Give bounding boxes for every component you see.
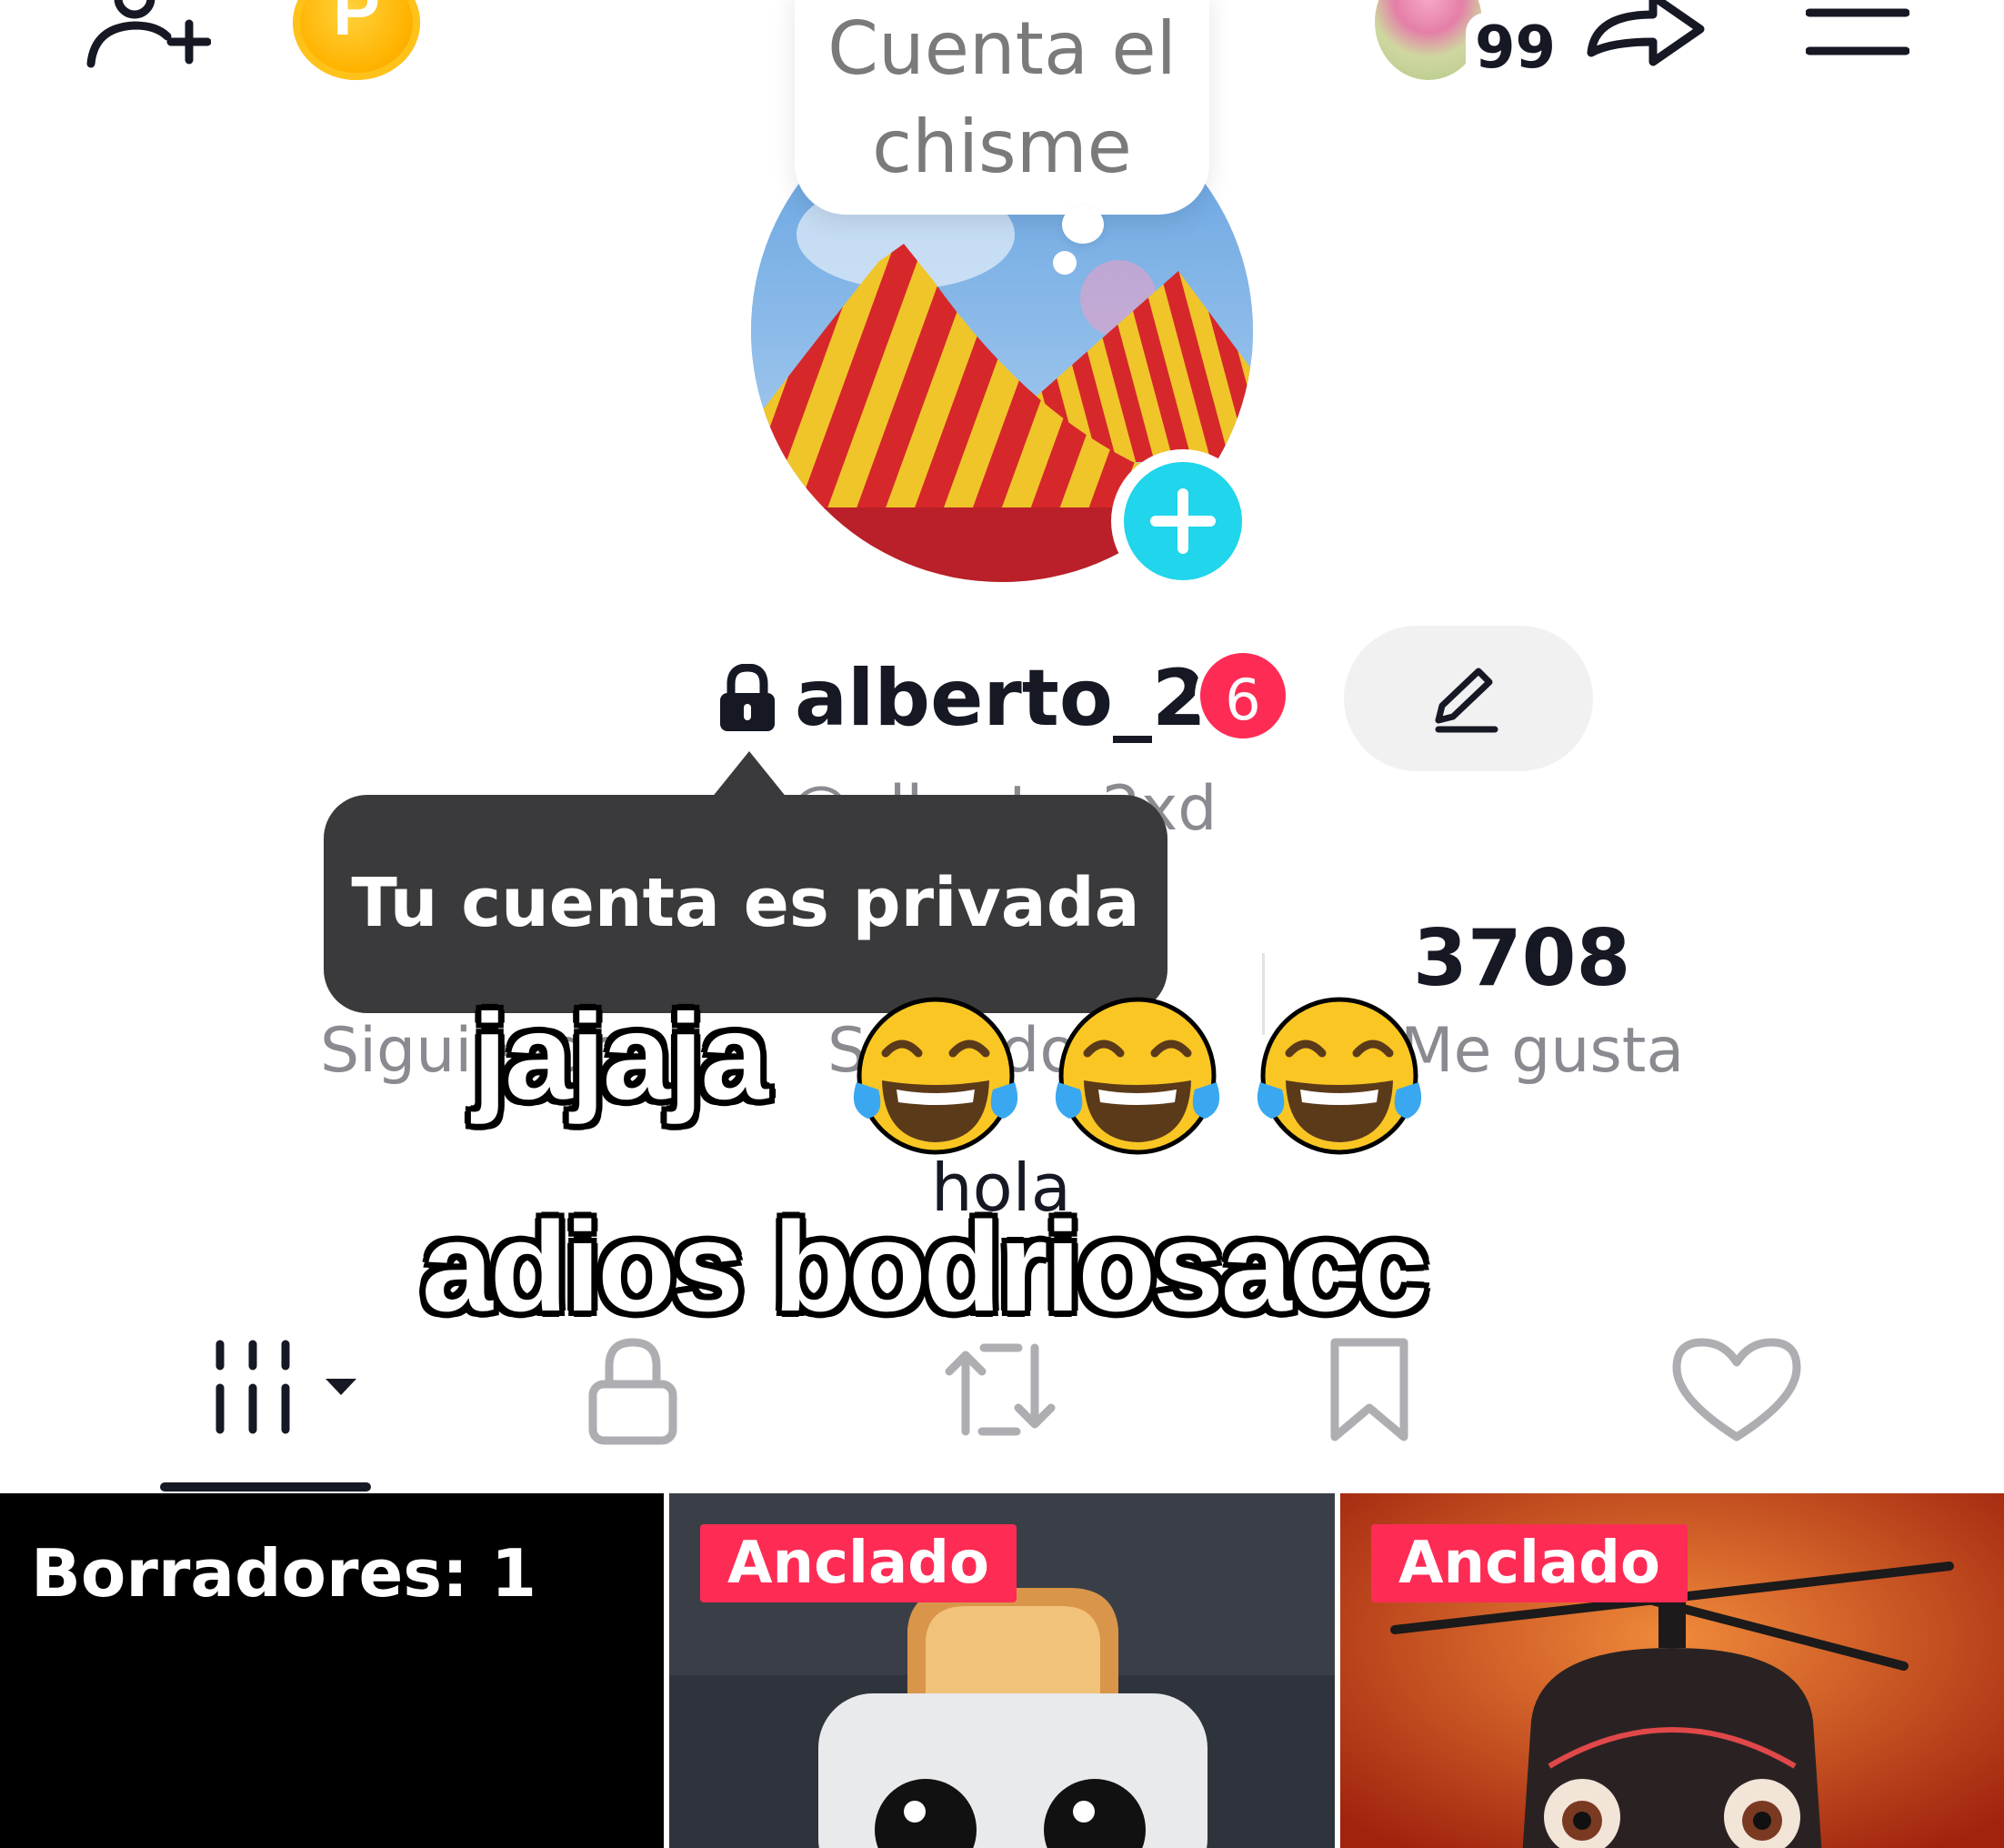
caption-line-2: adios bodriosacc [422, 1195, 1428, 1338]
tears-of-joy-emoji [853, 997, 1018, 1155]
note-tail [1062, 206, 1104, 244]
private-account-tooltip[interactable]: Tu cuenta es privada [324, 795, 1167, 1013]
bookmark-icon [1330, 1338, 1408, 1441]
add-friend-icon[interactable] [84, 0, 211, 73]
heart-icon [1672, 1338, 1801, 1441]
username: alberto_2 [795, 653, 1207, 744]
coins-button[interactable]: P [293, 0, 420, 80]
tears-of-joy-emoji [1055, 997, 1220, 1155]
tooltip-arrow [711, 751, 787, 798]
repost-icon [945, 1343, 1056, 1436]
active-tab-indicator [160, 1482, 371, 1491]
pinned-badge: Anclado [1371, 1524, 1688, 1602]
video-tile-pinned-1[interactable]: Anclado [669, 1493, 1335, 1848]
likes-label[interactable]: Me gusta [1400, 1015, 1684, 1087]
lock-icon [588, 1338, 677, 1445]
pencil-icon [1435, 668, 1498, 733]
hamburger-menu-icon[interactable] [1806, 5, 1909, 60]
tab-private[interactable] [542, 1330, 724, 1448]
note-text: Cuenta el chisme [827, 6, 1177, 189]
grid-icon [215, 1340, 356, 1434]
tab-reposts[interactable] [909, 1330, 1091, 1448]
caption-line-1: jajaja [473, 989, 768, 1125]
tooltip-text: Tu cuenta es privada [351, 864, 1140, 942]
lock-icon [720, 664, 775, 731]
edit-profile-button[interactable] [1344, 626, 1593, 771]
tears-of-joy-emoji [1257, 997, 1422, 1155]
friends-count: 99 [1466, 13, 1566, 84]
add-story-button[interactable] [1111, 449, 1255, 593]
tab-videos[interactable] [200, 1330, 382, 1448]
plus-icon [1150, 488, 1216, 554]
note-bubble[interactable]: Cuenta el chisme [795, 0, 1209, 215]
likes-count: 3708 [1413, 913, 1631, 1004]
tab-saved[interactable] [1278, 1330, 1460, 1448]
tab-liked[interactable] [1646, 1330, 1828, 1448]
drafts-tile[interactable]: Borradores: 1 [0, 1493, 664, 1848]
notification-badge[interactable]: 6 [1195, 648, 1291, 744]
coin-letter: P [332, 0, 381, 50]
video-tile-pinned-2[interactable]: Anclado [1340, 1493, 2004, 1848]
pinned-badge: Anclado [700, 1524, 1017, 1602]
share-arrow-icon[interactable] [1584, 0, 1708, 73]
note-tail-dot [1053, 251, 1077, 275]
drafts-label: Borradores: 1 [31, 1535, 537, 1612]
